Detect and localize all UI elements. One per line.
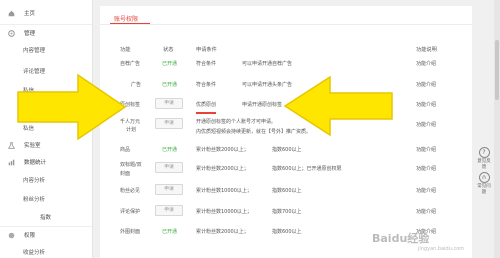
condition-text: 累计粉丝数2000以上； [196, 147, 249, 153]
home-icon [8, 10, 15, 17]
condition-detail: 指数600以上 [272, 147, 302, 153]
feature-name: 外图封面 [120, 229, 141, 235]
flask-icon [8, 142, 15, 149]
condition-detail: 申请开通原创标签 [242, 102, 283, 108]
apply-button[interactable]: 申请 [155, 184, 183, 195]
feature-intro-link[interactable]: 功能介绍 [416, 187, 436, 194]
condition-detail: 指数600以上 [272, 229, 302, 235]
feedback-button[interactable]: ? 意见反馈 [477, 147, 491, 170]
yellow-arrow-left-icon [283, 75, 393, 137]
feature-name: 评论保护 [120, 209, 141, 215]
condition-text: 累计粉丝数10000以上； [196, 188, 252, 194]
gear-icon [8, 30, 15, 37]
scrollbar[interactable] [494, 0, 500, 258]
sidebar-item-permission[interactable]: 权限 [0, 230, 92, 242]
highlight-underline [196, 112, 216, 114]
sidebar-item-manage[interactable]: 管理 [0, 28, 92, 40]
condition-detail: 指数700以上 [272, 209, 302, 215]
feature-name: 粉丝必见 [120, 188, 141, 194]
divider [0, 226, 92, 227]
sidebar-item-data-stats-label: 数据统计 [24, 160, 47, 166]
feature-name: 自荐广告 [120, 61, 141, 67]
sidebar-item-revenue[interactable]: 收益分析 [23, 248, 45, 256]
feature-intro-link[interactable]: 功能介绍 [416, 60, 436, 67]
apply-button[interactable]: 申请 [155, 98, 183, 109]
watermark-url: jingyan.baidu.com [418, 246, 465, 252]
divider [100, 24, 472, 25]
sidebar-item-permission-label: 权限 [24, 233, 36, 239]
sidebar-item-home-label: 主页 [24, 11, 36, 17]
feature-intro-link[interactable]: 功能介绍 [416, 146, 436, 153]
condition-text: 累计粉丝数10000以上； [196, 209, 252, 215]
scrollbar-thumb[interactable] [495, 40, 499, 100]
faq-button[interactable]: ∩ 常见问题 [477, 172, 491, 195]
condition-detail: 指数600以上；已开通原创权限 [272, 166, 342, 172]
tab-account-permission[interactable]: 账号权限 [114, 14, 138, 23]
question-icon: ? [478, 147, 490, 158]
condition-text: 符合条件 [196, 61, 217, 67]
feature-intro-link[interactable]: 功能介绍 [416, 208, 436, 215]
status-badge: 已开通 [162, 61, 178, 67]
faq-label: 常见问题 [477, 184, 491, 195]
apply-button[interactable]: 申请 [155, 162, 183, 173]
feature-intro-link[interactable]: 功能介绍 [416, 121, 436, 128]
feature-intro-link[interactable]: 功能介绍 [416, 101, 436, 108]
feature-name: 双标题/双 [120, 162, 142, 168]
sidebar-item-content-manage[interactable]: 内容管理 [23, 46, 45, 54]
feature-name: 商品 [120, 147, 131, 153]
status-badge: 已开通 [162, 82, 178, 88]
feedback-label: 意见反馈 [477, 159, 491, 170]
condition-text: 优质原创 [196, 102, 217, 108]
sidebar-item-home[interactable]: 主页 [0, 8, 92, 20]
column-header-condition: 申请条件 [196, 47, 217, 53]
sidebar-item-index[interactable]: 指数 [40, 213, 51, 221]
yellow-arrow-right-icon [17, 73, 127, 141]
sidebar-item-manage-label: 管理 [24, 31, 36, 37]
condition-text: 开通原创标签的个人账号才可申请。 [196, 119, 277, 125]
column-header-status: 状态 [163, 47, 174, 53]
condition-text: 累计粉丝数2000以上； [196, 229, 249, 235]
sidebar-item-data-stats[interactable]: 数据统计 [0, 157, 92, 169]
sidebar-item-content-analysis[interactable]: 内容分析 [23, 176, 45, 184]
condition-detail: 指数600以上 [272, 188, 302, 194]
column-header-feature: 功能 [120, 47, 131, 53]
headset-icon: ∩ [478, 172, 490, 183]
chart-icon [8, 159, 15, 166]
status-badge: 已开通 [162, 229, 178, 235]
feature-name: 广告 [131, 82, 142, 88]
column-header-description: 功能说明 [416, 47, 437, 53]
condition-text: 符合条件 [196, 82, 217, 88]
watermark-logo: Baidu经验 [372, 232, 430, 245]
apply-button[interactable]: 申请 [155, 205, 183, 216]
shield-icon [8, 232, 15, 239]
feature-intro-link[interactable]: 功能介绍 [416, 81, 436, 88]
status-badge: 已开通 [162, 147, 178, 153]
feature-name-line2: 封面 [120, 171, 131, 177]
sidebar-item-fan-analysis[interactable]: 粉丝分析 [23, 195, 45, 203]
condition-detail: 可以申请开通自荐广告 [242, 61, 293, 67]
feature-intro-link[interactable]: 功能介绍 [416, 165, 436, 172]
condition-text: 累计粉丝数2000以上； [196, 166, 249, 172]
apply-button[interactable]: 申请 [155, 118, 183, 129]
divider [0, 24, 92, 25]
